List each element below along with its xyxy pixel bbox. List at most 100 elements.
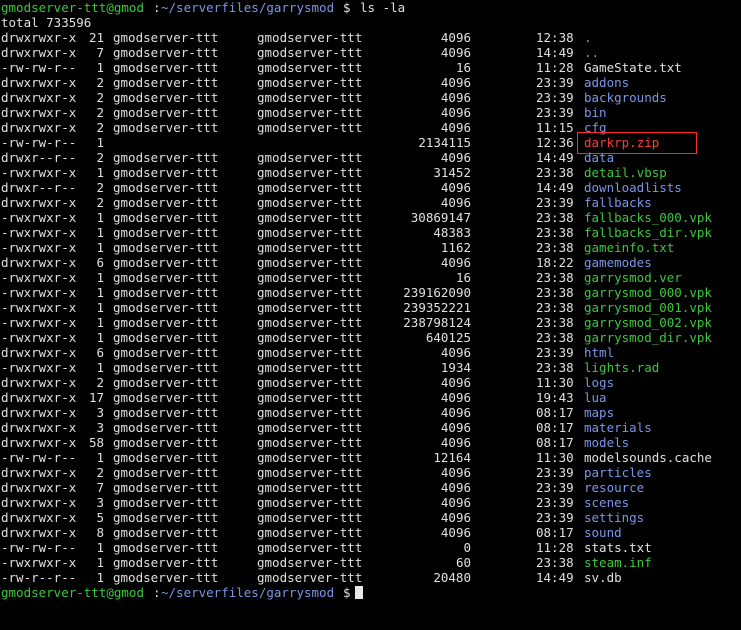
link-count: 3 bbox=[96, 420, 104, 435]
file-time: 18:22 bbox=[536, 255, 574, 270]
listing-row: drwxrwxr-x 7 gmodserver-ttt gmodserver-ttt 4… bbox=[0, 45, 741, 60]
redaction-block bbox=[480, 30, 530, 585]
file-group: gmodserver-ttt bbox=[257, 120, 363, 135]
file-size: 4096 bbox=[440, 345, 471, 360]
listing-row: -rw-rw-r-- 1 gmodserver-ttt gmodserver-ttt 1… bbox=[0, 60, 741, 75]
file-size: 4096 bbox=[440, 75, 471, 90]
redacted-owner bbox=[110, 136, 248, 149]
file-permissions: -rw-rw-r-- bbox=[1, 135, 77, 150]
file-name: materials bbox=[584, 420, 652, 435]
file-size: 4096 bbox=[440, 495, 471, 510]
prompt-symbol: $ bbox=[343, 0, 351, 15]
redacted-group bbox=[255, 136, 410, 149]
file-group: gmodserver-ttt bbox=[257, 180, 363, 195]
prompt-command: ls -la bbox=[360, 0, 406, 15]
link-count: 1 bbox=[96, 60, 104, 75]
file-permissions: -rwxrwxr-x bbox=[1, 240, 77, 255]
link-count: 1 bbox=[96, 540, 104, 555]
file-time: 23:38 bbox=[536, 270, 574, 285]
file-time: 23:38 bbox=[536, 330, 574, 345]
file-owner: gmodserver-ttt bbox=[113, 90, 219, 105]
link-count: 2 bbox=[96, 195, 104, 210]
listing-row: -rwxrwxr-x 1 gmodserver-ttt gmodserver-ttt 4… bbox=[0, 225, 741, 240]
file-name: garrysmod_002.vpk bbox=[584, 315, 712, 330]
file-name: garrysmod.ver bbox=[584, 270, 682, 285]
file-size: 4096 bbox=[440, 510, 471, 525]
file-permissions: -rwxrwxr-x bbox=[1, 210, 77, 225]
file-name: logs bbox=[584, 375, 615, 390]
file-name: html bbox=[584, 345, 615, 360]
file-owner: gmodserver-ttt bbox=[113, 180, 219, 195]
listing-row: drwxrwxr-x 2 gmodserver-ttt gmodserver-ttt 4… bbox=[0, 195, 741, 210]
file-name: bin bbox=[584, 105, 607, 120]
file-owner: gmodserver-ttt bbox=[113, 480, 219, 495]
listing-row: -rwxrwxr-x 1 gmodserver-ttt gmodserver-ttt 6… bbox=[0, 330, 741, 345]
file-owner: gmodserver-ttt bbox=[113, 540, 219, 555]
file-size: 12164 bbox=[433, 450, 471, 465]
file-permissions: drwxrwxr-x bbox=[1, 30, 77, 45]
file-time: 08:17 bbox=[536, 420, 574, 435]
file-owner: gmodserver-ttt bbox=[113, 225, 219, 240]
file-time: 23:38 bbox=[536, 210, 574, 225]
file-time: 23:39 bbox=[536, 90, 574, 105]
listing-row: -rwxrwxr-x 1 gmodserver-ttt gmodserver-ttt 6… bbox=[0, 555, 741, 570]
file-permissions: -rwxrwxr-x bbox=[1, 330, 77, 345]
link-count: 58 bbox=[88, 435, 104, 450]
listing-row: drwxrwxr-x 3 gmodserver-ttt gmodserver-ttt 4… bbox=[0, 420, 741, 435]
file-time: 23:38 bbox=[536, 315, 574, 330]
file-permissions: -rw-rw-r-- bbox=[1, 60, 77, 75]
link-count: 8 bbox=[96, 525, 104, 540]
file-size: 30869147 bbox=[410, 210, 471, 225]
link-count: 6 bbox=[96, 345, 104, 360]
listing-row: -rwxrwxr-x 1 gmodserver-ttt gmodserver-ttt 1… bbox=[0, 240, 741, 255]
link-count: 1 bbox=[96, 285, 104, 300]
file-name: backgrounds bbox=[584, 90, 667, 105]
file-owner: gmodserver-ttt bbox=[113, 285, 219, 300]
file-size: 239352221 bbox=[403, 300, 471, 315]
cursor-block[interactable] bbox=[352, 585, 363, 600]
file-name: . bbox=[584, 30, 592, 45]
file-name: lua bbox=[584, 390, 607, 405]
file-permissions: drwxrwxr-x bbox=[1, 45, 77, 60]
link-count: 2 bbox=[96, 75, 104, 90]
file-group: gmodserver-ttt bbox=[257, 420, 363, 435]
file-owner: gmodserver-ttt bbox=[113, 390, 219, 405]
file-time: 11:28 bbox=[536, 60, 574, 75]
file-permissions: drwxrwxr-x bbox=[1, 105, 77, 120]
prompt-path: ~/serverfiles/garrysmod bbox=[161, 0, 335, 15]
file-owner: gmodserver-ttt bbox=[113, 120, 219, 135]
file-group: gmodserver-ttt bbox=[257, 510, 363, 525]
file-permissions: -rwxrwxr-x bbox=[1, 225, 77, 240]
file-size: 4096 bbox=[440, 525, 471, 540]
file-name: addons bbox=[584, 75, 630, 90]
listing-row: drwxrwxr-x 17 gmodserver-ttt gmodserver-ttt… bbox=[0, 390, 741, 405]
file-permissions: drwxrwxr-x bbox=[1, 405, 77, 420]
file-owner: gmodserver-ttt bbox=[113, 210, 219, 225]
file-owner: gmodserver-ttt bbox=[113, 570, 219, 585]
file-name: steam.inf bbox=[584, 555, 652, 570]
total-text: total 733596 bbox=[1, 15, 92, 30]
listing-row: -rwxrwxr-x 1 gmodserver-ttt gmodserver-ttt 2… bbox=[0, 315, 741, 330]
file-permissions: drwxrwxr-x bbox=[1, 480, 77, 495]
file-group: gmodserver-ttt bbox=[257, 480, 363, 495]
file-size: 4096 bbox=[440, 435, 471, 450]
listing-row: -rw-rw-r-- 1 gmodserver-ttt gmodserver-ttt 0… bbox=[0, 540, 741, 555]
file-owner: gmodserver-ttt bbox=[113, 270, 219, 285]
final-prompt-line[interactable]: gmodserver-ttt@gmod: ~/serverfiles/garrys… bbox=[0, 585, 363, 600]
file-permissions: -rwxrwxr-x bbox=[1, 165, 77, 180]
listing-row: -rwxrwxr-x 1 gmodserver-ttt gmodserver-ttt 1… bbox=[0, 270, 741, 285]
file-permissions: -rwxrwxr-x bbox=[1, 300, 77, 315]
terminal-window[interactable]: gmodserver-ttt@gmod: ~/serverfiles/garrys… bbox=[0, 0, 741, 619]
file-group: gmodserver-ttt bbox=[257, 540, 363, 555]
file-size: 4096 bbox=[440, 375, 471, 390]
command-prompt-line: gmodserver-ttt@gmod: ~/serverfiles/garrys… bbox=[0, 0, 405, 15]
file-time: 23:39 bbox=[536, 105, 574, 120]
link-count: 7 bbox=[96, 480, 104, 495]
file-name: lights.rad bbox=[584, 360, 660, 375]
file-owner: gmodserver-ttt bbox=[113, 165, 219, 180]
link-count: 1 bbox=[96, 300, 104, 315]
file-group: gmodserver-ttt bbox=[257, 105, 363, 120]
file-time: 23:39 bbox=[536, 75, 574, 90]
file-owner: gmodserver-ttt bbox=[113, 255, 219, 270]
file-group: gmodserver-ttt bbox=[257, 165, 363, 180]
